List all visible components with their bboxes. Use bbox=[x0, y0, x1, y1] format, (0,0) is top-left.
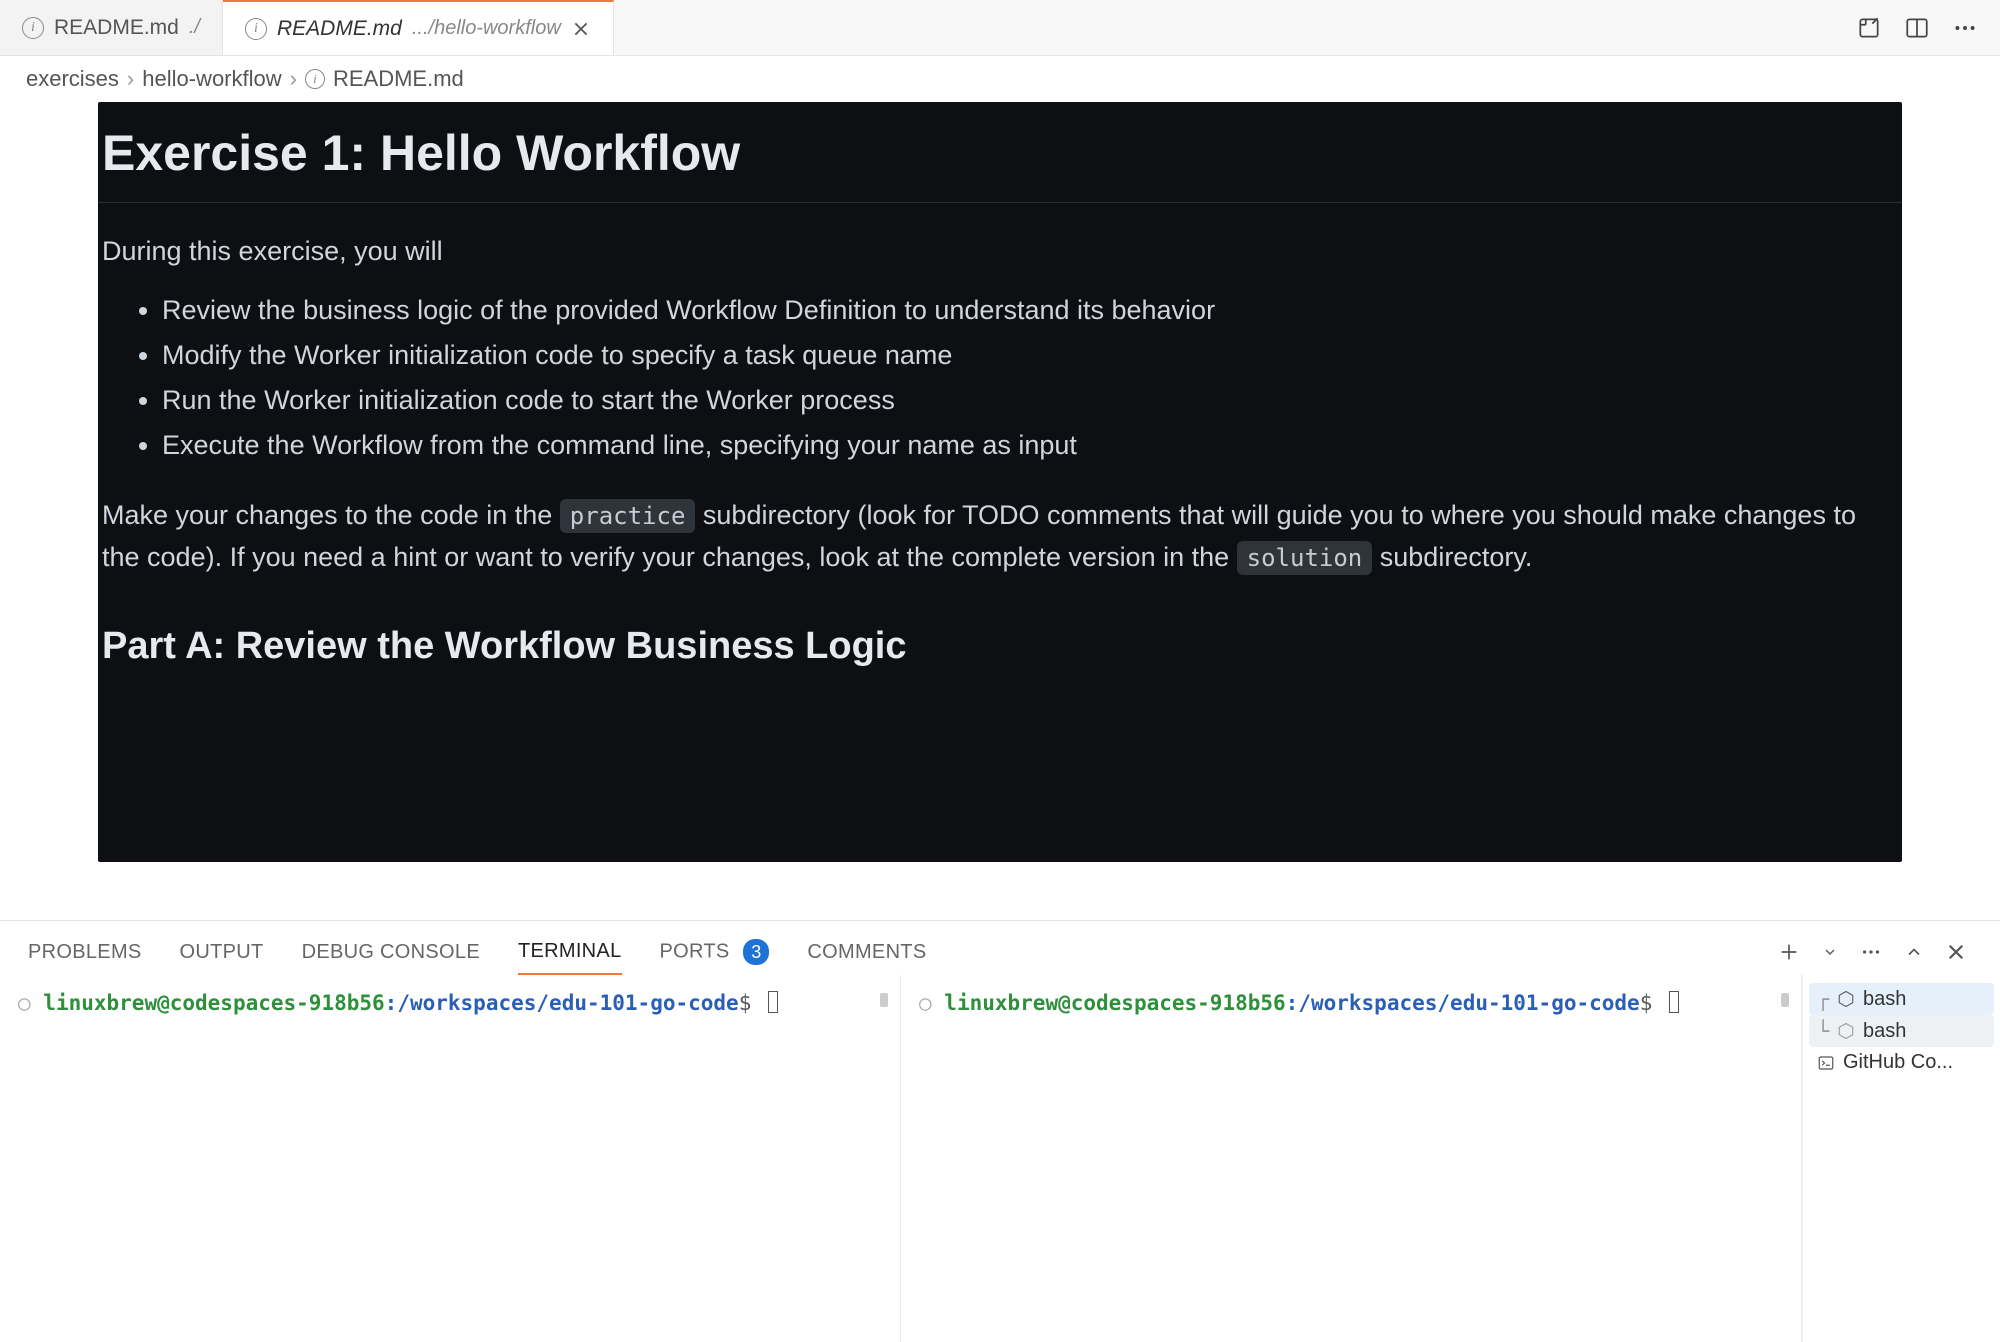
tab-bar-actions bbox=[1834, 0, 2000, 55]
panel-tab-problems[interactable]: PROBLEMS bbox=[28, 931, 142, 974]
terminal-list-label: GitHub Co... bbox=[1843, 1051, 1953, 1074]
terminal-separator: : bbox=[1286, 991, 1299, 1015]
show-source-icon[interactable] bbox=[1856, 15, 1882, 41]
preview-list: Review the business logic of the provide… bbox=[98, 291, 1902, 466]
preview-text: subdirectory. bbox=[1380, 542, 1533, 572]
preview-heading-2: Part A: Review the Workflow Business Log… bbox=[98, 597, 1902, 668]
terminal-icon bbox=[1817, 1054, 1835, 1072]
terminal-path: /workspaces/edu-101-go-code bbox=[397, 991, 738, 1015]
bash-icon bbox=[1837, 1022, 1855, 1040]
chevron-right-icon: › bbox=[290, 66, 297, 92]
terminal-scrollbar[interactable] bbox=[880, 993, 888, 1007]
terminal-prompt: $ bbox=[1640, 991, 1653, 1015]
prompt-circle-icon: ○ bbox=[18, 991, 43, 1015]
terminal-list-label: bash bbox=[1863, 1020, 1906, 1043]
panel-tab-debug-console[interactable]: DEBUG CONSOLE bbox=[302, 931, 480, 974]
tree-branch-icon: ┌ bbox=[1817, 987, 1829, 1011]
terminal-user: linuxbrew@codespaces-918b56 bbox=[43, 991, 384, 1015]
split-editor-icon[interactable] bbox=[1904, 15, 1930, 41]
breadcrumb: exercises › hello-workflow › i README.md bbox=[0, 56, 2000, 102]
ports-badge: 3 bbox=[743, 939, 769, 965]
tab-subpath: .../hello-workflow bbox=[412, 17, 561, 40]
close-icon[interactable] bbox=[571, 19, 591, 39]
tab-title: README.md bbox=[277, 17, 402, 41]
panel-tab-terminal[interactable]: TERMINAL bbox=[518, 930, 622, 975]
bottom-panel: PROBLEMS OUTPUT DEBUG CONSOLE TERMINAL P… bbox=[0, 920, 2000, 1342]
terminal-scrollbar[interactable] bbox=[1781, 993, 1789, 1007]
terminal-path: /workspaces/edu-101-go-code bbox=[1298, 991, 1639, 1015]
panel-body: ○ linuxbrew@codespaces-918b56:/workspace… bbox=[0, 975, 2000, 1342]
new-terminal-icon[interactable] bbox=[1778, 941, 1800, 963]
terminal-cursor bbox=[768, 991, 778, 1013]
terminal-list-label: bash bbox=[1863, 988, 1906, 1011]
breadcrumb-item[interactable]: README.md bbox=[333, 66, 464, 92]
tab-bar-spacer bbox=[614, 0, 1834, 55]
preview-paragraph: During this exercise, you will bbox=[98, 231, 1902, 273]
breadcrumb-item[interactable]: exercises bbox=[26, 66, 119, 92]
editor-tab-readme-root[interactable]: i README.md ./ bbox=[0, 0, 223, 55]
panel-tab-bar: PROBLEMS OUTPUT DEBUG CONSOLE TERMINAL P… bbox=[0, 921, 2000, 975]
preview-list-item: Execute the Workflow from the command li… bbox=[162, 426, 1902, 465]
info-icon: i bbox=[245, 18, 267, 40]
preview-heading-1: Exercise 1: Hello Workflow bbox=[98, 124, 1902, 203]
terminal-prompt: $ bbox=[739, 991, 752, 1015]
tab-subpath: ./ bbox=[189, 16, 200, 39]
terminal-list-item[interactable]: └ bash bbox=[1809, 1015, 1994, 1047]
prompt-circle-icon: ○ bbox=[919, 991, 944, 1015]
close-panel-icon[interactable] bbox=[1946, 942, 1966, 962]
terminal-list: ┌ bash └ bash GitHub Co... bbox=[1802, 975, 2000, 1342]
markdown-preview-wrap: Exercise 1: Hello Workflow During this e… bbox=[0, 102, 2000, 862]
markdown-preview[interactable]: Exercise 1: Hello Workflow During this e… bbox=[98, 102, 1902, 862]
terminal-pane-2[interactable]: ○ linuxbrew@codespaces-918b56:/workspace… bbox=[901, 975, 1802, 1342]
panel-tab-ports[interactable]: PORTS 3 bbox=[660, 929, 770, 975]
preview-text: Make your changes to the code in the bbox=[102, 500, 560, 530]
terminal-line: ○ linuxbrew@codespaces-918b56:/workspace… bbox=[919, 991, 1783, 1015]
tree-branch-icon: └ bbox=[1817, 1019, 1829, 1043]
terminal-user: linuxbrew@codespaces-918b56 bbox=[944, 991, 1285, 1015]
terminal-cursor bbox=[1669, 991, 1679, 1013]
panel-tab-label: PORTS bbox=[660, 941, 730, 963]
breadcrumb-item[interactable]: hello-workflow bbox=[142, 66, 281, 92]
info-icon: i bbox=[305, 69, 325, 89]
terminal-line: ○ linuxbrew@codespaces-918b56:/workspace… bbox=[18, 991, 882, 1015]
preview-list-item: Review the business logic of the provide… bbox=[162, 291, 1902, 330]
panel-tab-output[interactable]: OUTPUT bbox=[180, 931, 264, 974]
editor-tab-readme-hello-workflow[interactable]: i README.md .../hello-workflow bbox=[223, 0, 614, 55]
preview-paragraph: Make your changes to the code in the pra… bbox=[98, 495, 1902, 579]
preview-list-item: Run the Worker initialization code to st… bbox=[162, 381, 1902, 420]
terminal-pane-1[interactable]: ○ linuxbrew@codespaces-918b56:/workspace… bbox=[0, 975, 901, 1342]
code-chip: practice bbox=[560, 499, 696, 533]
chevron-right-icon: › bbox=[127, 66, 134, 92]
info-icon: i bbox=[22, 17, 44, 39]
terminal-separator: : bbox=[385, 991, 398, 1015]
chevron-up-icon[interactable] bbox=[1904, 942, 1924, 962]
bash-icon bbox=[1837, 990, 1855, 1008]
more-icon[interactable] bbox=[1952, 15, 1978, 41]
tab-title: README.md bbox=[54, 16, 179, 40]
terminal-list-item[interactable]: ┌ bash bbox=[1809, 983, 1994, 1015]
panel-tab-comments[interactable]: COMMENTS bbox=[807, 931, 926, 974]
terminal-list-item[interactable]: GitHub Co... bbox=[1809, 1047, 1994, 1078]
preview-list-item: Modify the Worker initialization code to… bbox=[162, 336, 1902, 375]
editor-tab-bar: i README.md ./ i README.md .../hello-wor… bbox=[0, 0, 2000, 56]
code-chip: solution bbox=[1237, 541, 1373, 575]
panel-actions bbox=[1778, 941, 1972, 963]
chevron-down-icon[interactable] bbox=[1822, 944, 1838, 960]
more-icon[interactable] bbox=[1860, 941, 1882, 963]
